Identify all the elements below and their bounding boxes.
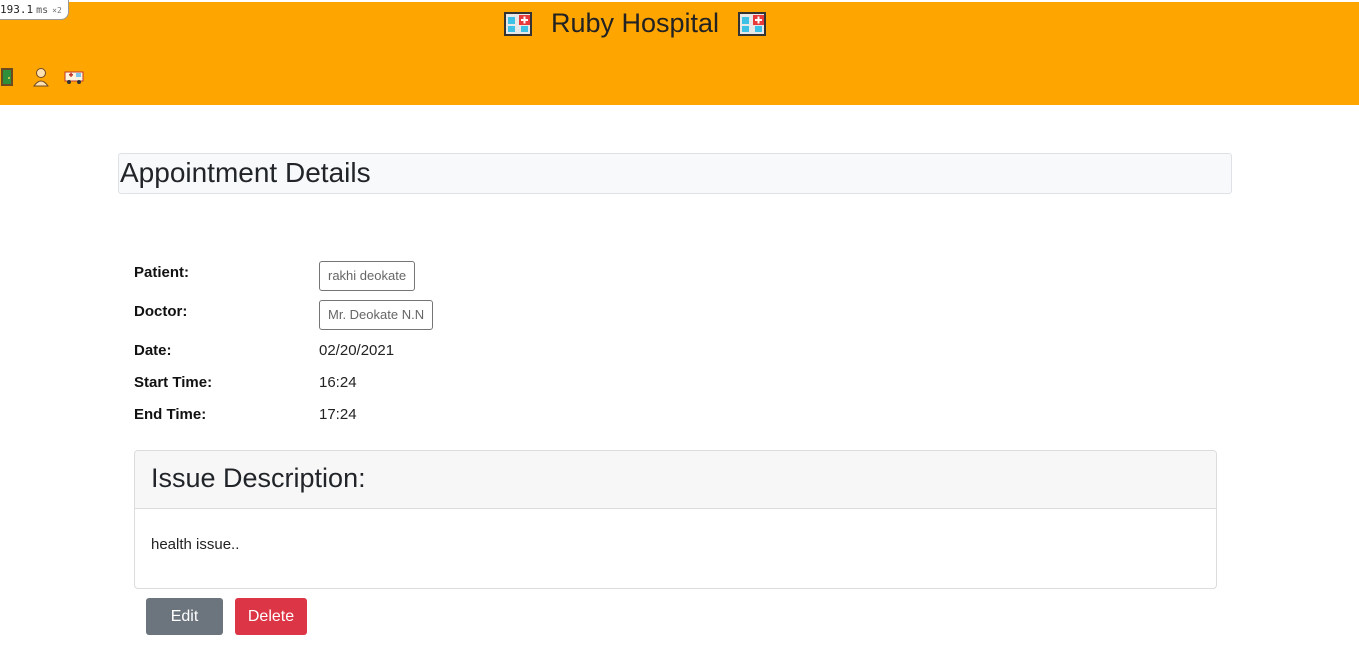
ambulance-icon[interactable] — [64, 67, 84, 87]
doctor-label: Doctor: — [134, 303, 188, 320]
date-value: 02/20/2021 — [319, 342, 395, 359]
hospital-icon — [503, 9, 533, 37]
issue-text: health issue.. — [151, 536, 240, 553]
page-title: Appointment Details — [120, 157, 371, 188]
perf-badge: 193.1 ms ×2 — [0, 0, 69, 20]
doctor-value-box: Mr. Deokate N.N — [319, 300, 434, 330]
person-icon[interactable] — [32, 67, 50, 87]
perf-multiplier: ×2 — [52, 6, 62, 15]
end-time-label: End Time: — [134, 406, 207, 423]
site-title: Ruby Hospital — [550, 8, 720, 38]
issue-title: Issue Description: — [151, 463, 366, 493]
issue-card-header: Issue Description: — [135, 451, 1216, 509]
date-label: Date: — [134, 342, 172, 359]
start-time-value: 16:24 — [319, 374, 357, 391]
start-time-label: Start Time: — [134, 374, 213, 391]
doctor-value: Mr. Deokate N.N — [328, 307, 425, 322]
perf-value: 193.1 — [0, 3, 34, 16]
perf-unit: ms — [36, 5, 49, 16]
door-icon[interactable] — [0, 67, 18, 87]
patient-label: Patient: — [134, 264, 190, 281]
brand: Ruby Hospital — [0, 6, 1270, 40]
patient-value: rakhi deokate — [328, 268, 407, 283]
issue-card: Issue Description: health issue.. — [134, 450, 1217, 589]
hospital-icon — [737, 9, 767, 37]
page-title-panel: Appointment Details — [118, 153, 1232, 194]
site-header: Ruby Hospital — [0, 2, 1359, 105]
end-time-value: 17:24 — [319, 406, 357, 423]
nav-icons — [0, 67, 84, 87]
patient-value-box: rakhi deokate — [319, 261, 416, 291]
delete-button[interactable]: Delete — [235, 598, 307, 635]
edit-button[interactable]: Edit — [146, 598, 223, 635]
